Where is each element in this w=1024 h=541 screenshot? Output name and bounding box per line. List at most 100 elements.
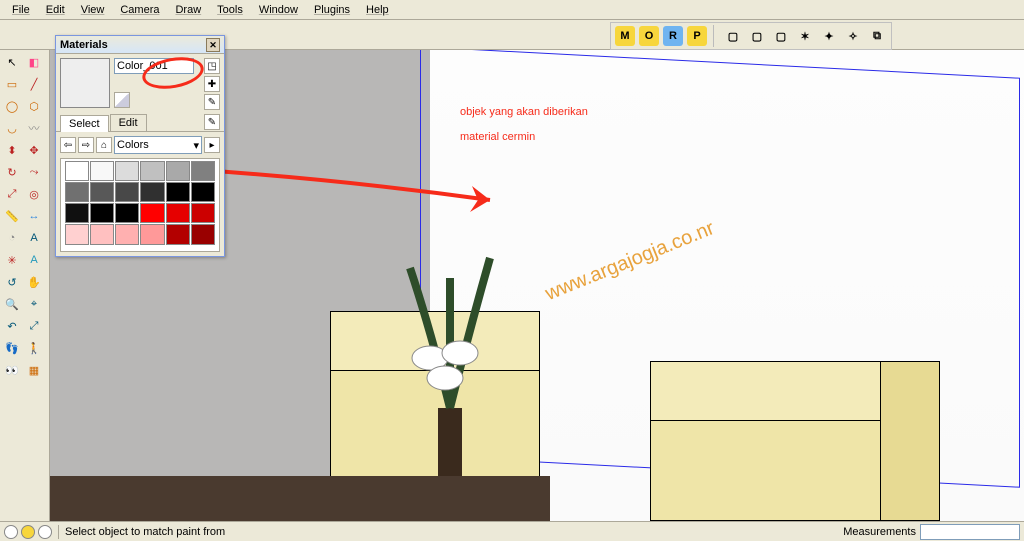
swatch-0[interactable]	[65, 161, 89, 181]
swatch-22[interactable]	[166, 224, 190, 244]
swatch-12[interactable]	[65, 203, 89, 223]
look-tool[interactable]: 👀	[2, 360, 22, 380]
swatch-16[interactable]	[166, 203, 190, 223]
swatch-23[interactable]	[191, 224, 215, 244]
materials-title: Materials	[60, 39, 108, 51]
swatch-4[interactable]	[166, 161, 190, 181]
vray-extra-2-button[interactable]: ▢	[771, 26, 791, 46]
details-menu-button[interactable]: ▸	[204, 137, 220, 153]
swatch-17[interactable]	[191, 203, 215, 223]
freehand-tool[interactable]: 〰	[24, 118, 44, 138]
create-material-button[interactable]: ✚	[204, 76, 220, 92]
select-tool[interactable]: ↖	[2, 52, 22, 72]
eraser-tool[interactable]: ◧	[24, 52, 44, 72]
swatch-18[interactable]	[65, 224, 89, 244]
measurements-input[interactable]	[920, 524, 1020, 540]
line-tool[interactable]: ╱	[24, 74, 44, 94]
text-tool[interactable]: A	[24, 228, 44, 248]
vray-extra-5-button[interactable]: ✧	[843, 26, 863, 46]
orbit-tool[interactable]: ↺	[2, 272, 22, 292]
vray-p-button[interactable]: P	[687, 26, 707, 46]
tape-tool[interactable]: 📏	[2, 206, 22, 226]
swatch-21[interactable]	[140, 224, 164, 244]
arc-tool[interactable]: ◡	[2, 118, 22, 138]
display-secondary-button[interactable]: ◳	[204, 58, 220, 74]
nav-fwd-button[interactable]: ⇨	[78, 137, 94, 153]
vray-toolbar: MORP▢▢▢✶✦✧⧉	[610, 22, 892, 50]
rotate-tool[interactable]: ↻	[2, 162, 22, 182]
close-icon[interactable]: ✕	[206, 38, 220, 52]
nav-back-button[interactable]: ⇦	[60, 137, 76, 153]
swatch-9[interactable]	[140, 182, 164, 202]
zoomextents-tool[interactable]: ⤢	[24, 316, 44, 336]
status-credits-icon[interactable]	[21, 525, 35, 539]
swatch-14[interactable]	[115, 203, 139, 223]
swatch-1[interactable]	[90, 161, 114, 181]
swatch-13[interactable]	[90, 203, 114, 223]
scale-tool[interactable]: ⤢	[2, 184, 22, 204]
eyedropper-button[interactable]: ✎	[204, 94, 220, 110]
left-toolbox: ↖◧▭╱◯⬡◡〰⬍✥↻⤳⤢◎📏↔◔A✳A↺✋🔍⌖↶⤢👣🚶👀▦	[0, 50, 50, 521]
status-signin-icon[interactable]	[38, 525, 52, 539]
pan-tool[interactable]: ✋	[24, 272, 44, 292]
swatch-8[interactable]	[115, 182, 139, 202]
menu-help[interactable]: Help	[358, 2, 397, 18]
position-tool[interactable]: 👣	[2, 338, 22, 358]
menu-view[interactable]: View	[73, 2, 113, 18]
swatch-11[interactable]	[191, 182, 215, 202]
3dtext-tool[interactable]: A	[24, 250, 44, 270]
move-tool[interactable]: ✥	[24, 140, 44, 160]
protractor-tool[interactable]: ◔	[2, 228, 22, 248]
vray-o-button[interactable]: O	[639, 26, 659, 46]
menu-camera[interactable]: Camera	[112, 2, 167, 18]
dimension-tool[interactable]: ↔	[24, 206, 44, 226]
vray-r-button[interactable]: R	[663, 26, 683, 46]
current-material-swatch[interactable]	[60, 58, 110, 108]
vray-extra-3-button[interactable]: ✶	[795, 26, 815, 46]
swatch-7[interactable]	[90, 182, 114, 202]
swatch-6[interactable]	[65, 182, 89, 202]
menu-draw[interactable]: Draw	[167, 2, 209, 18]
menu-tools[interactable]: Tools	[209, 2, 251, 18]
zoomwindow-tool[interactable]: ⌖	[24, 294, 44, 314]
tab-edit[interactable]: Edit	[110, 114, 147, 131]
rectangle-tool[interactable]: ▭	[2, 74, 22, 94]
measurements-label: Measurements	[843, 526, 916, 538]
previous-tool[interactable]: ↶	[2, 316, 22, 336]
polygon-tool[interactable]: ⬡	[24, 96, 44, 116]
vray-extra-1-button[interactable]: ▢	[747, 26, 767, 46]
vray-m-button[interactable]: M	[615, 26, 635, 46]
vray-extra-0-button[interactable]: ▢	[723, 26, 743, 46]
swatch-15[interactable]	[140, 203, 164, 223]
materials-title-bar[interactable]: Materials ✕	[56, 36, 224, 54]
swatch-3[interactable]	[140, 161, 164, 181]
tab-select[interactable]: Select	[60, 115, 109, 132]
vray-extra-4-button[interactable]: ✦	[819, 26, 839, 46]
scene-sofa-right-arm	[880, 361, 940, 521]
zoom-tool[interactable]: 🔍	[2, 294, 22, 314]
nav-home-button[interactable]: ⌂	[96, 137, 112, 153]
sample-paint-button[interactable]: ✎	[204, 114, 220, 130]
circle-tool[interactable]: ◯	[2, 96, 22, 116]
axes-tool[interactable]: ✳	[2, 250, 22, 270]
menu-window[interactable]: Window	[251, 2, 306, 18]
library-dropdown[interactable]: Colors	[114, 136, 202, 154]
menu-edit[interactable]: Edit	[38, 2, 73, 18]
menu-file[interactable]: File	[4, 2, 38, 18]
followme-tool[interactable]: ⤳	[24, 162, 44, 182]
section-tool[interactable]: ▦	[24, 360, 44, 380]
vray-extra-6-button[interactable]: ⧉	[867, 26, 887, 46]
scene-plant	[390, 228, 510, 511]
status-geo-icon[interactable]	[4, 525, 18, 539]
swatch-10[interactable]	[166, 182, 190, 202]
swatch-2[interactable]	[115, 161, 139, 181]
swatch-5[interactable]	[191, 161, 215, 181]
swatch-20[interactable]	[115, 224, 139, 244]
walk-tool[interactable]: 🚶	[24, 338, 44, 358]
annotation-text: objek yang akan diberikanmaterial cermin	[460, 95, 588, 146]
default-mat-button[interactable]	[114, 92, 130, 108]
offset-tool[interactable]: ◎	[24, 184, 44, 204]
pushpull-tool[interactable]: ⬍	[2, 140, 22, 160]
menu-plugins[interactable]: Plugins	[306, 2, 358, 18]
swatch-19[interactable]	[90, 224, 114, 244]
